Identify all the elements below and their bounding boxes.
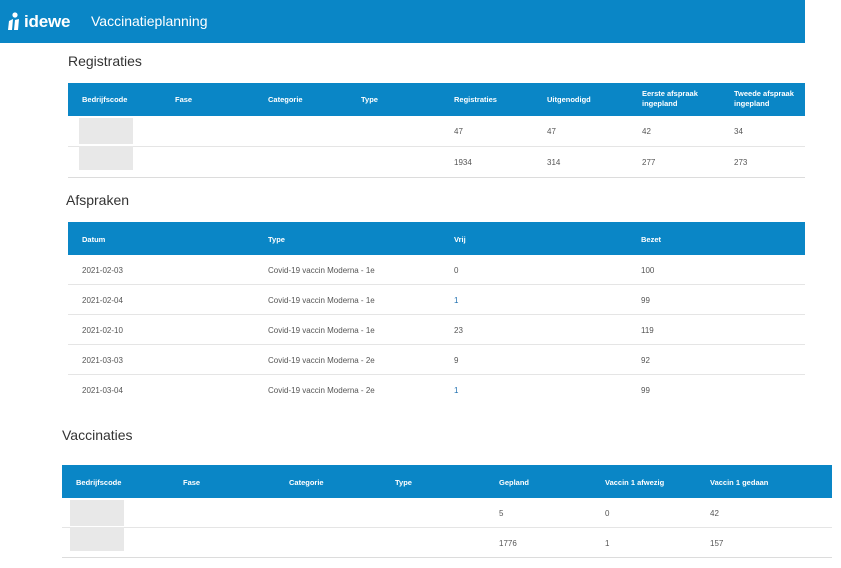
table-row[interactable]: 2021-02-03 Covid-19 vaccin Moderna - 1e …: [68, 255, 805, 284]
bezet-value: 99: [641, 296, 650, 305]
table-row[interactable]: 2021-02-04 Covid-19 vaccin Moderna - 1e …: [68, 284, 805, 314]
vrij-value: 9: [454, 356, 459, 365]
col-uitgenodigd[interactable]: Uitgenodigd: [547, 95, 591, 104]
vrij-value: 0: [454, 266, 459, 275]
afwezig-value: 0: [605, 509, 610, 518]
col-eerste-afspraak[interactable]: Eerste afspraak ingepland: [642, 89, 712, 109]
afspraken-title: Afspraken: [66, 192, 130, 208]
type-value: Covid-19 vaccin Moderna - 1e: [268, 296, 375, 305]
redacted-cell: [79, 146, 133, 170]
tweede-afspraak-value: 34: [734, 127, 743, 136]
gepland-value: 5: [499, 509, 504, 518]
col-bedrijfscode[interactable]: Bedrijfscode: [82, 95, 127, 104]
logo-text: idewe: [24, 12, 71, 31]
afspraken-header-row: Datum Type Vrij Bezet: [68, 222, 805, 255]
col-type[interactable]: Type: [268, 235, 285, 244]
eerste-afspraak-value: 42: [642, 127, 651, 136]
table-row[interactable]: 5 0 42: [62, 498, 832, 527]
gedaan-value: 157: [710, 539, 724, 548]
bezet-value: 92: [641, 356, 650, 365]
col-tweede-afspraak[interactable]: Tweede afspraak ingepland: [734, 89, 804, 109]
datum-value: 2021-03-04: [82, 386, 123, 395]
datum-value: 2021-02-04: [82, 296, 123, 305]
vrij-value: 23: [454, 326, 463, 335]
table-row[interactable]: 2021-03-04 Covid-19 vaccin Moderna - 2e …: [68, 374, 805, 404]
col-gepland[interactable]: Gepland: [499, 478, 529, 487]
redacted-cell: [70, 527, 124, 551]
vaccinaties-header-row: Bedrijfscode Fase Categorie Type Gepland…: [62, 465, 832, 498]
table-row[interactable]: 47 47 42 34: [68, 116, 805, 146]
tweede-afspraak-value: 273: [734, 158, 748, 167]
col-categorie[interactable]: Categorie: [268, 95, 303, 104]
vaccinaties-table: Bedrijfscode Fase Categorie Type Gepland…: [62, 465, 832, 558]
app-header: idewe Vaccinatieplanning: [0, 0, 805, 43]
table-row[interactable]: 1934 314 277 273: [68, 146, 805, 177]
col-bezet[interactable]: Bezet: [641, 235, 661, 244]
logo-icon: [8, 12, 19, 30]
col-fase[interactable]: Fase: [183, 478, 200, 487]
type-value: Covid-19 vaccin Moderna - 1e: [268, 266, 375, 275]
registraties-title: Registraties: [68, 53, 142, 69]
registraties-header-row: Bedrijfscode Fase Categorie Type Registr…: [68, 83, 805, 116]
col-type[interactable]: Type: [395, 478, 412, 487]
table-row[interactable]: 2021-03-03 Covid-19 vaccin Moderna - 2e …: [68, 344, 805, 374]
uitgenodigd-value: 47: [547, 127, 556, 136]
type-value: Covid-19 vaccin Moderna - 2e: [268, 356, 375, 365]
col-datum[interactable]: Datum: [82, 235, 105, 244]
col-categorie[interactable]: Categorie: [289, 478, 324, 487]
col-registraties[interactable]: Registraties: [454, 95, 497, 104]
table-row[interactable]: 2021-02-10 Covid-19 vaccin Moderna - 1e …: [68, 314, 805, 344]
datum-value: 2021-03-03: [82, 356, 123, 365]
vrij-value: 1: [454, 296, 459, 305]
table-row[interactable]: 1776 1 157: [62, 527, 832, 557]
col-vaccin1-gedaan[interactable]: Vaccin 1 gedaan: [710, 478, 768, 487]
col-bedrijfscode[interactable]: Bedrijfscode: [76, 478, 121, 487]
type-value: Covid-19 vaccin Moderna - 2e: [268, 386, 375, 395]
vrij-value: 1: [454, 386, 459, 395]
gedaan-value: 42: [710, 509, 719, 518]
bezet-value: 100: [641, 266, 655, 275]
vaccinaties-title: Vaccinaties: [62, 427, 133, 443]
bezet-value: 119: [641, 326, 654, 335]
datum-value: 2021-02-03: [82, 266, 123, 275]
app-title: Vaccinatieplanning: [91, 13, 208, 29]
col-fase[interactable]: Fase: [175, 95, 192, 104]
bezet-value: 99: [641, 386, 650, 395]
gepland-value: 1776: [499, 539, 517, 548]
uitgenodigd-value: 314: [547, 158, 561, 167]
redacted-cell: [79, 118, 133, 144]
afspraken-table: Datum Type Vrij Bezet 2021-02-03 Covid-1…: [68, 222, 805, 404]
idewe-logo[interactable]: idewe: [7, 11, 70, 33]
registraties-value: 47: [454, 127, 463, 136]
redacted-cell: [70, 500, 124, 526]
afwezig-value: 1: [605, 539, 610, 548]
registraties-value: 1934: [454, 158, 472, 167]
type-value: Covid-19 vaccin Moderna - 1e: [268, 326, 375, 335]
eerste-afspraak-value: 277: [642, 158, 656, 167]
registraties-table: Bedrijfscode Fase Categorie Type Registr…: [68, 83, 805, 178]
col-type[interactable]: Type: [361, 95, 378, 104]
datum-value: 2021-02-10: [82, 326, 123, 335]
col-vaccin1-afwezig[interactable]: Vaccin 1 afwezig: [605, 478, 664, 487]
col-vrij[interactable]: Vrij: [454, 235, 466, 244]
